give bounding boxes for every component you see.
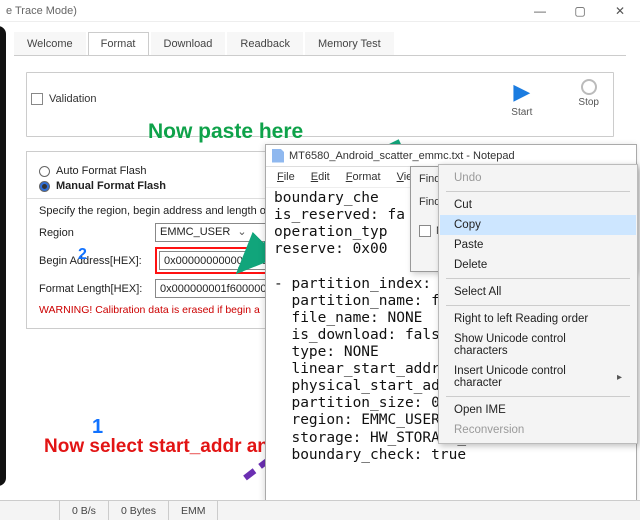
begin-address-label: Begin Address[HEX]:	[39, 255, 149, 267]
context-menu-separator	[446, 191, 630, 192]
notepad-title: MT6580_Android_scatter_emmc.txt - Notepa…	[289, 150, 515, 162]
stop-button[interactable]: Stop	[578, 79, 599, 118]
context-menu-paste[interactable]: Paste	[440, 235, 636, 255]
context-menu-delete[interactable]: Delete	[440, 255, 636, 275]
tab-readback[interactable]: Readback	[227, 32, 303, 55]
window-controls: — ▢ ✕	[520, 0, 640, 22]
region-value: EMMC_USER	[160, 226, 230, 238]
radio-auto-label: Auto Format Flash	[56, 165, 146, 177]
tab-download[interactable]: Download	[151, 32, 226, 55]
context-menu-separator	[446, 278, 630, 279]
notepad-menu-format[interactable]: Format	[339, 169, 388, 185]
tab-format[interactable]: Format	[88, 32, 149, 55]
close-button[interactable]: ✕	[600, 0, 640, 22]
region-select[interactable]: EMMC_USER ⌄	[155, 223, 275, 242]
context-menu-cut[interactable]: Cut	[440, 195, 636, 215]
context-menu-show-unicode-control-characters[interactable]: Show Unicode control characters	[440, 329, 636, 361]
tab-memory-test[interactable]: Memory Test	[305, 32, 394, 55]
context-menu-reconversion: Reconversion	[440, 420, 636, 440]
maximize-button[interactable]: ▢	[560, 0, 600, 22]
annotation-paste-here: Now paste here	[148, 120, 303, 144]
context-menu: Undo CutCopyPasteDelete Select All Right to…	[438, 164, 638, 444]
context-menu-undo: Undo	[440, 168, 636, 188]
start-button[interactable]: ▶ Start	[511, 79, 532, 118]
status-progress	[0, 501, 60, 520]
checkbox-icon	[31, 93, 43, 105]
radio-selected-icon	[39, 181, 50, 192]
title-suffix: e Trace Mode)	[6, 5, 77, 17]
action-buttons: ▶ Start Stop	[511, 79, 609, 118]
annotation-step-2: 2	[78, 246, 87, 264]
submenu-arrow-icon: ▸	[617, 372, 622, 383]
format-length-label: Format Length[HEX]:	[39, 283, 149, 295]
notepad-menu-edit[interactable]: Edit	[304, 169, 337, 185]
stop-label: Stop	[578, 97, 599, 108]
start-label: Start	[511, 107, 532, 118]
status-mode: EMM	[169, 501, 219, 520]
status-bar: 0 B/s 0 Bytes EMM	[0, 500, 640, 520]
notepad-file-icon	[272, 149, 284, 163]
minimize-button[interactable]: —	[520, 0, 560, 22]
chevron-down-icon: ⌄	[233, 226, 246, 238]
context-menu-right-to-left-reading-order[interactable]: Right to left Reading order	[440, 309, 636, 329]
context-menu-separator	[446, 396, 630, 397]
main-tabs: Welcome Format Download Readback Memory …	[0, 22, 640, 55]
radio-manual-label: Manual Format Flash	[56, 180, 166, 192]
validation-label: Validation	[49, 93, 97, 105]
context-menu-open-ime[interactable]: Open IME	[440, 400, 636, 420]
tab-welcome[interactable]: Welcome	[14, 32, 86, 55]
status-speed: 0 B/s	[60, 501, 109, 520]
play-icon: ▶	[513, 79, 530, 105]
notepad-menu-file[interactable]: File	[270, 169, 302, 185]
checkbox-icon	[419, 225, 431, 237]
radio-icon	[39, 166, 50, 177]
validation-checkbox[interactable]: Validation	[31, 93, 97, 105]
context-menu-insert-unicode-control-character[interactable]: Insert Unicode control character▸	[440, 361, 636, 393]
validation-row: Validation ▶ Start Stop	[26, 72, 614, 137]
status-bytes: 0 Bytes	[109, 501, 169, 520]
context-menu-select-all[interactable]: Select All	[440, 282, 636, 302]
context-menu-separator	[446, 305, 630, 306]
context-menu-copy[interactable]: Copy	[440, 215, 636, 235]
stop-icon	[581, 79, 597, 95]
region-label: Region	[39, 227, 149, 239]
